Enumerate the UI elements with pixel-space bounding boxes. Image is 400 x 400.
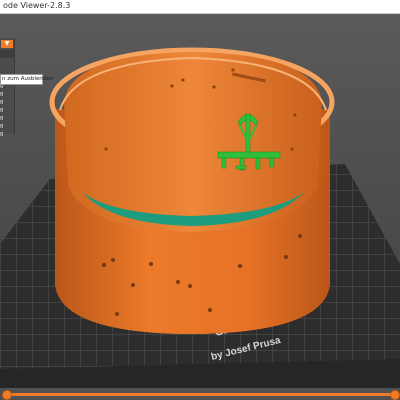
legend-row: g <box>0 122 14 130</box>
3d-viewport[interactable]: SA i3 MK3 by Josef Prusa <box>0 14 400 400</box>
slider-handle-start[interactable] <box>2 390 12 400</box>
legend-row: g <box>0 114 14 122</box>
legend-row <box>0 50 14 58</box>
legend-row-label: g <box>0 107 4 113</box>
legend-panel: ▼ g g g g g g g <box>0 38 15 137</box>
gcode-preview-scene[interactable]: SA i3 MK3 by Josef Prusa <box>0 14 400 400</box>
hide-legend-tooltip: n zum Ausblenden <box>0 74 53 85</box>
legend-row: g <box>0 90 14 98</box>
legend-row: g <box>0 106 14 114</box>
legend-row-label: g <box>0 131 4 137</box>
slider-fill <box>6 393 394 396</box>
legend-row-label: g <box>0 123 4 129</box>
legend-row: g <box>0 98 14 106</box>
legend-row-label: g <box>0 115 4 121</box>
slider-handle-end[interactable] <box>390 390 400 400</box>
horizontal-layer-slider[interactable] <box>0 388 400 400</box>
legend-toggle-button[interactable]: ▼ <box>1 40 13 48</box>
legend-row-label: g <box>0 91 4 97</box>
legend-row: g <box>0 130 14 138</box>
window-title: ode Viewer-2.8.3 <box>3 1 71 10</box>
window-titlebar: ode Viewer-2.8.3 <box>0 0 400 14</box>
legend-row-label: g <box>0 99 4 105</box>
